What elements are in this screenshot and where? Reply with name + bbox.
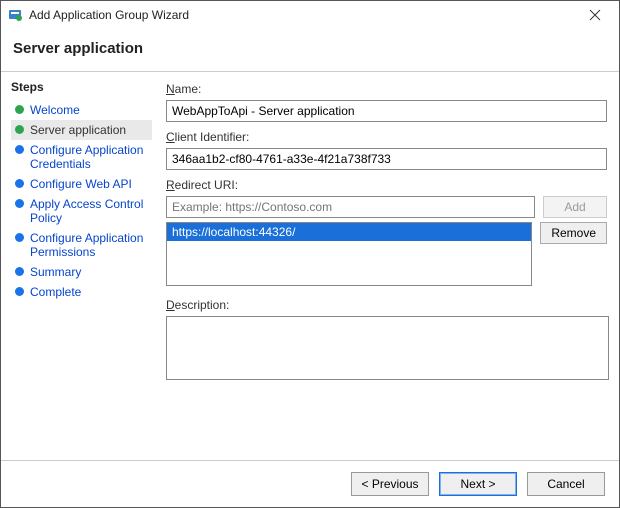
bullet-todo-icon xyxy=(15,199,24,208)
step-label[interactable]: Welcome xyxy=(30,103,80,117)
name-input[interactable] xyxy=(166,100,607,122)
app-icon xyxy=(7,7,23,23)
wizard-window: { "title": "Add Application Group Wizard… xyxy=(0,0,620,508)
window-title: Add Application Group Wizard xyxy=(29,8,577,22)
step-welcome[interactable]: Welcome xyxy=(11,100,152,120)
wizard-footer: < Previous Next > Cancel xyxy=(1,460,619,507)
bullet-todo-icon xyxy=(15,267,24,276)
step-complete[interactable]: Complete xyxy=(11,282,152,302)
step-label[interactable]: Complete xyxy=(30,285,81,299)
description-input[interactable] xyxy=(166,316,609,380)
remove-button[interactable]: Remove xyxy=(540,222,607,244)
close-button[interactable] xyxy=(577,3,613,27)
bullet-todo-icon xyxy=(15,179,24,188)
redirect-uri-list[interactable]: https://localhost:44326/ xyxy=(166,222,532,286)
list-item[interactable]: https://localhost:44326/ xyxy=(167,223,531,241)
step-label: Server application xyxy=(30,123,126,137)
description-label: Description: xyxy=(166,298,607,312)
page-header: Server application xyxy=(1,30,619,71)
client-id-input[interactable] xyxy=(166,148,607,170)
bullet-todo-icon xyxy=(15,145,24,154)
next-button[interactable]: Next > xyxy=(439,472,517,496)
previous-button[interactable]: < Previous xyxy=(351,472,429,496)
step-configure-credentials[interactable]: Configure Application Credentials xyxy=(11,140,152,174)
step-summary[interactable]: Summary xyxy=(11,262,152,282)
form-panel: Name: Client Identifier: Redirect URI: A… xyxy=(156,72,619,460)
bullet-done-icon xyxy=(15,125,24,134)
bullet-todo-icon xyxy=(15,287,24,296)
cancel-button[interactable]: Cancel xyxy=(527,472,605,496)
step-apply-access-control[interactable]: Apply Access Control Policy xyxy=(11,194,152,228)
wizard-body: Steps Welcome Server application Configu… xyxy=(1,72,619,460)
step-server-application[interactable]: Server application xyxy=(11,120,152,140)
bullet-done-icon xyxy=(15,105,24,114)
redirect-uri-label: Redirect URI: xyxy=(166,178,607,192)
step-label[interactable]: Configure Application Credentials xyxy=(30,143,148,171)
step-configure-permissions[interactable]: Configure Application Permissions xyxy=(11,228,152,262)
client-id-label: Client Identifier: xyxy=(166,130,607,144)
name-label: Name: xyxy=(166,82,607,96)
redirect-uri-input[interactable] xyxy=(166,196,535,218)
step-label[interactable]: Configure Application Permissions xyxy=(30,231,148,259)
step-label[interactable]: Apply Access Control Policy xyxy=(30,197,148,225)
step-label[interactable]: Configure Web API xyxy=(30,177,132,191)
bullet-todo-icon xyxy=(15,233,24,242)
steps-heading: Steps xyxy=(11,80,152,94)
step-configure-web-api[interactable]: Configure Web API xyxy=(11,174,152,194)
steps-sidebar: Steps Welcome Server application Configu… xyxy=(1,72,156,460)
add-button[interactable]: Add xyxy=(543,196,607,218)
title-bar: Add Application Group Wizard xyxy=(1,1,619,30)
step-label[interactable]: Summary xyxy=(30,265,81,279)
